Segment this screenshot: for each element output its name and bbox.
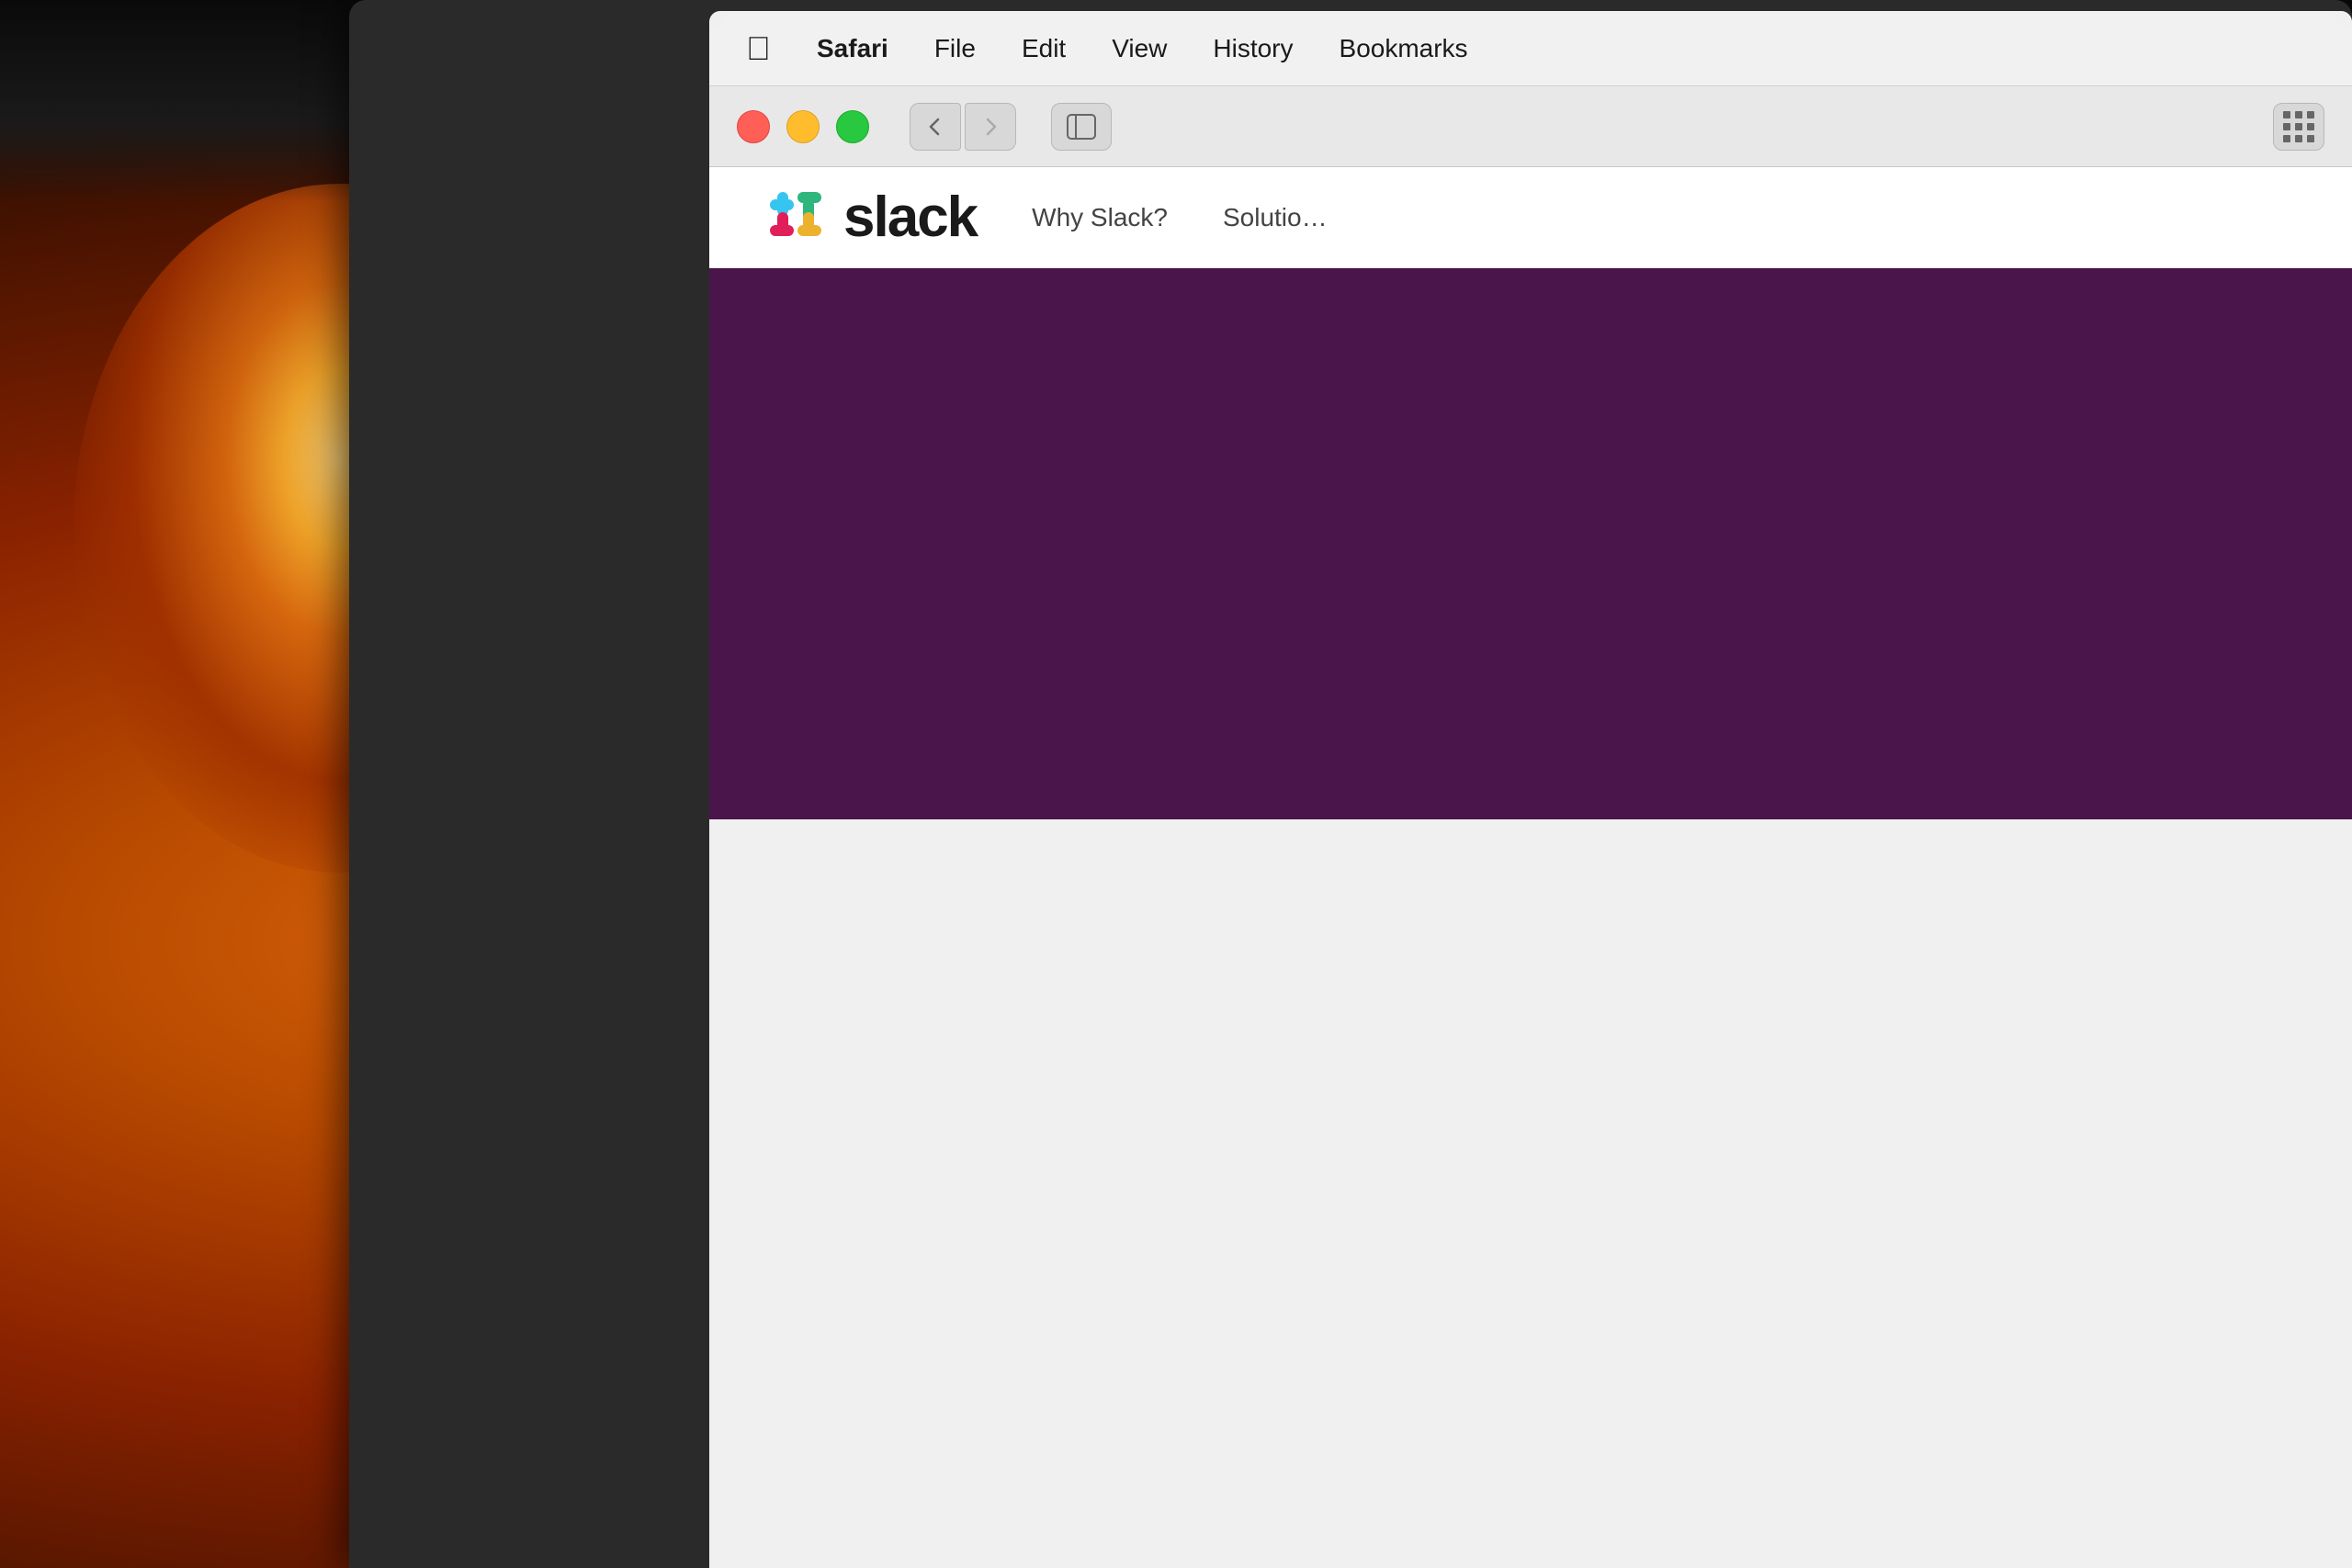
grid-apps-button[interactable] — [2273, 103, 2324, 151]
minimize-button[interactable] — [786, 110, 820, 143]
view-menu[interactable]: View — [1112, 34, 1167, 63]
grid-icon — [2283, 111, 2314, 142]
why-slack-link[interactable]: Why Slack? — [1032, 203, 1168, 232]
slack-navbar: slack Why Slack? Solutio… — [709, 167, 2352, 268]
laptop-bezel:  Safari File Edit View History Bookmark… — [349, 0, 2352, 1568]
maximize-button[interactable] — [836, 110, 869, 143]
safari-menu[interactable]: Safari — [817, 34, 888, 63]
menubar:  Safari File Edit View History Bookmark… — [709, 11, 2352, 86]
browser-toolbar — [709, 86, 2352, 167]
traffic-lights — [737, 110, 869, 143]
nav-buttons — [910, 103, 1016, 151]
screen:  Safari File Edit View History Bookmark… — [709, 11, 2352, 1568]
back-button[interactable] — [910, 103, 961, 151]
close-button[interactable] — [737, 110, 770, 143]
slack-icon — [764, 186, 827, 249]
hero-section — [709, 268, 2352, 819]
slack-logo-area: slack — [764, 185, 977, 250]
sidebar-toggle-button[interactable] — [1051, 103, 1112, 151]
history-menu[interactable]: History — [1213, 34, 1293, 63]
slack-logo-text: slack — [843, 185, 977, 250]
forward-button[interactable] — [965, 103, 1016, 151]
solutions-link[interactable]: Solutio… — [1223, 203, 1328, 232]
edit-menu[interactable]: Edit — [1022, 34, 1066, 63]
bookmarks-menu[interactable]: Bookmarks — [1340, 34, 1468, 63]
file-menu[interactable]: File — [934, 34, 976, 63]
apple-menu[interactable]:  — [746, 29, 771, 68]
website-content: slack Why Slack? Solutio… — [709, 167, 2352, 819]
